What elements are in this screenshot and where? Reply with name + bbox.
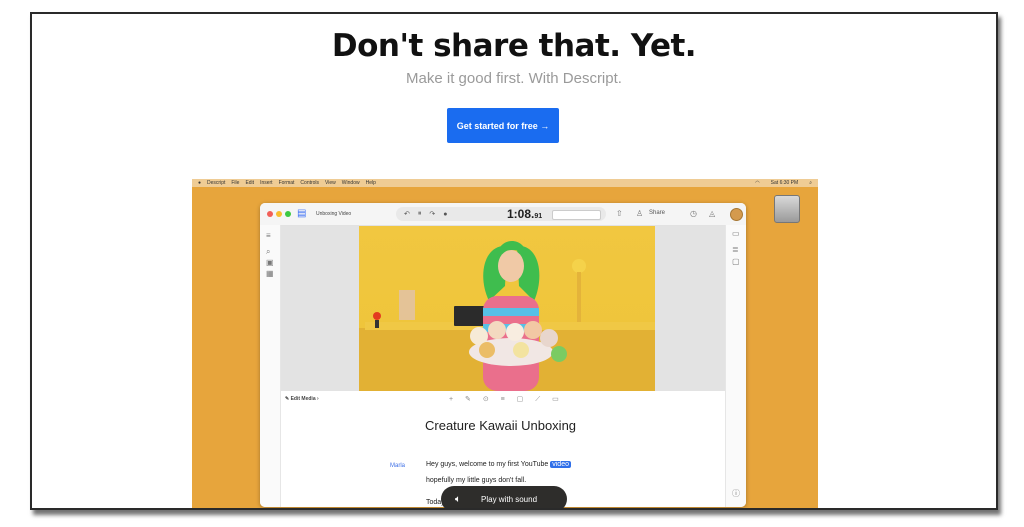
minimize-window-button[interactable] xyxy=(276,211,282,217)
bell-icon[interactable]: ◬ xyxy=(709,209,715,218)
redo-icon[interactable]: ↷ xyxy=(429,210,435,218)
menu-item-controls: Controls xyxy=(300,180,320,186)
menu-item-view: View xyxy=(325,180,336,186)
speaker-icon: 🔈︎ xyxy=(455,493,461,505)
speaker-label[interactable]: Marla xyxy=(390,463,405,469)
left-sidebar: ≡ ⌕ ▣ ▦ xyxy=(260,225,281,507)
transcript-text: Hey guys, welcome to my first YouTube xyxy=(426,461,549,468)
video-frame-illustration xyxy=(359,241,655,391)
get-started-button[interactable]: Get started for free → xyxy=(447,108,559,143)
properties-icon[interactable]: ≣ xyxy=(732,245,739,254)
layout-icon[interactable]: ▭ xyxy=(732,229,740,238)
transcript-line-2[interactable]: hopefully my little guys don't fall. xyxy=(426,477,526,484)
menu-item-app: Descript xyxy=(207,180,226,186)
video-preview[interactable] xyxy=(359,226,655,391)
timecode-main: 1:08. xyxy=(507,207,535,221)
history-icon[interactable]: ◷ xyxy=(690,209,697,218)
comment-icon[interactable]: ▢ xyxy=(732,257,740,266)
menu-item-format: Format xyxy=(278,180,295,186)
editor-toolbar: ✎ Edit Media › + ✎ ⊙ ≡ ▢ ⟋ ▭ xyxy=(281,393,725,407)
undo-icon[interactable]: ↶ xyxy=(404,210,410,218)
play-with-sound-button[interactable]: 🔈︎ Play with sound xyxy=(441,486,567,508)
product-screenshot-desktop: ● Descript File Edit Insert Format Contr… xyxy=(192,179,818,508)
menu-item-help: Help xyxy=(365,180,376,186)
app-titlebar: ▤ Unboxing Video ↶ ⏸ ↷ ● 1:08.91 ⇧ ♙ Sha… xyxy=(260,203,746,226)
edit-media-button[interactable]: ✎ Edit Media › xyxy=(285,396,319,402)
media-icon[interactable]: ▦ xyxy=(266,269,274,278)
share-button[interactable]: Share xyxy=(649,210,665,216)
edit-media-label: Edit Media xyxy=(290,396,316,402)
menu-item-window: Window xyxy=(341,180,360,186)
menu-item-edit: Edit xyxy=(245,180,255,186)
timecode-field[interactable] xyxy=(552,210,601,220)
transport-controls: ↶ ⏸ ↷ ● 1:08.91 xyxy=(396,207,606,221)
avatar[interactable] xyxy=(730,208,743,221)
close-window-button[interactable] xyxy=(267,211,273,217)
editor-tool-icons[interactable]: + ✎ ⊙ ≡ ▢ ⟋ ▭ xyxy=(449,395,564,404)
search-icon[interactable]: ⌕ xyxy=(266,247,270,257)
apple-icon: ● xyxy=(198,180,202,186)
transcript-line-1[interactable]: Hey guys, welcome to my first YouTube vi… xyxy=(426,461,571,468)
hero-subheadline: Make it good first. With Descript. xyxy=(406,70,622,87)
script-title[interactable]: Creature Kawaii Unboxing xyxy=(425,418,576,433)
microphone-icon[interactable]: ● xyxy=(443,211,447,218)
library-icon[interactable]: ▣ xyxy=(266,258,274,267)
search-icon: ⌕ xyxy=(809,180,812,186)
right-sidebar: ▭ ≣ ▢ ⓘ xyxy=(725,225,746,507)
user-icon[interactable]: ♙ xyxy=(636,209,643,218)
play-with-sound-label: Play with sound xyxy=(481,494,538,504)
zoom-window-button[interactable] xyxy=(285,211,291,217)
hard-drive-icon xyxy=(774,195,800,223)
document-icon: ▤ xyxy=(297,208,307,219)
menu-item-insert: Insert xyxy=(260,180,273,186)
menubar-clock: Sat 6:30 PM xyxy=(770,180,799,186)
menu-item-file: File xyxy=(231,180,240,186)
menu-icon[interactable]: ≡ xyxy=(266,231,271,240)
video-canvas xyxy=(281,226,725,391)
page-frame: Don't share that. Yet. Make it good firs… xyxy=(30,12,998,510)
wifi-icon: ◠ xyxy=(755,180,760,186)
play-pause-icon[interactable]: ⏸ xyxy=(418,210,422,218)
mac-menubar: ● Descript File Edit Insert Format Contr… xyxy=(192,179,818,187)
publish-icon[interactable]: ⇧ xyxy=(616,209,623,218)
document-title[interactable]: Unboxing Video xyxy=(316,211,351,217)
help-icon[interactable]: ⓘ xyxy=(732,488,740,499)
menubar-status: ◠ Sat 6:30 PM ⌕ xyxy=(749,180,812,186)
descript-app-window: ▤ Unboxing Video ↶ ⏸ ↷ ● 1:08.91 ⇧ ♙ Sha… xyxy=(260,203,746,507)
timecode-display: 1:08.91 xyxy=(507,207,542,224)
hero-headline: Don't share that. Yet. xyxy=(331,28,697,64)
highlighted-word[interactable]: video xyxy=(550,461,571,468)
timecode-frames: 91 xyxy=(534,213,543,220)
